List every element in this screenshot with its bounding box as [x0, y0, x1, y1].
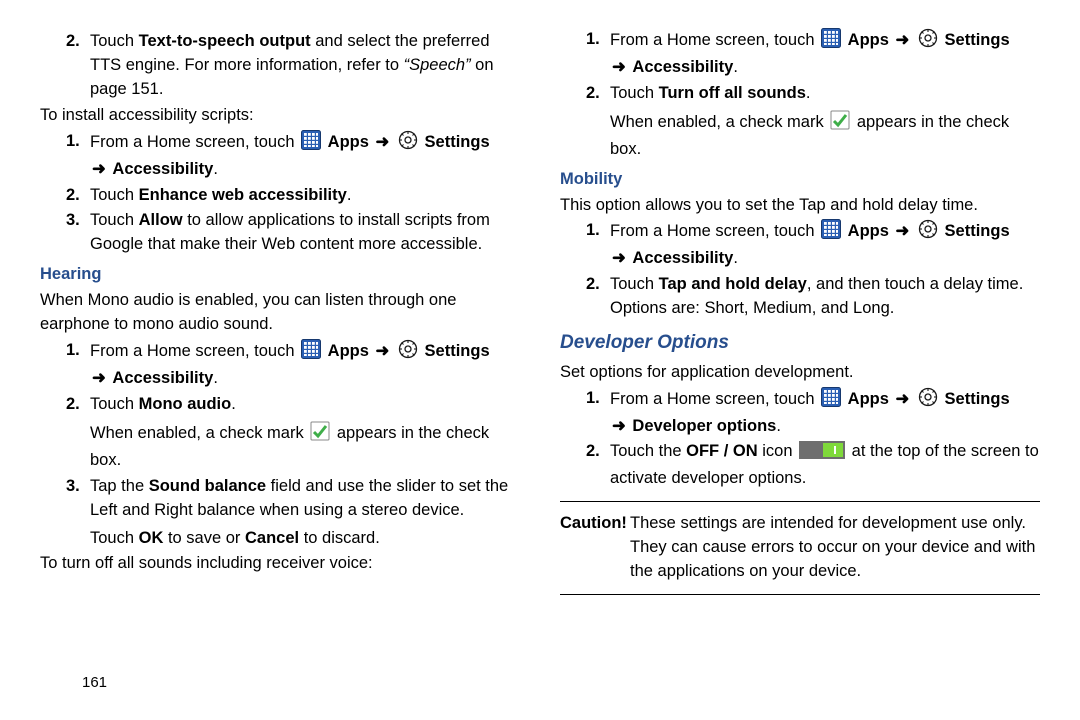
arrow-icon: ➜	[376, 133, 390, 151]
page-columns: 2. Touch Text-to-speech output and selec…	[40, 28, 1040, 668]
mobility-intro: This option allows you to set the Tap an…	[560, 194, 1040, 218]
settings-icon	[918, 387, 938, 415]
dev-step-1: 1. From a Home screen, touch Apps ➜ Sett…	[586, 387, 1040, 439]
arrow-icon: ➜	[612, 249, 626, 267]
mobility-step-2: 2. Touch Tap and hold delay, and then to…	[586, 273, 1040, 321]
install-step-1: 1. From a Home screen, touch Apps ➜ Sett…	[66, 130, 520, 182]
settings-icon	[398, 130, 418, 158]
apps-icon	[821, 219, 841, 247]
arrow-icon: ➜	[376, 342, 390, 360]
arrow-icon: ➜	[896, 390, 910, 408]
apps-icon	[301, 339, 321, 367]
apps-icon	[821, 28, 841, 56]
caution-block: Caution! These settings are intended for…	[560, 512, 1040, 584]
hearing-heading: Hearing	[40, 263, 520, 287]
checkmark-icon	[830, 110, 850, 138]
caution-rule-top	[560, 501, 1040, 502]
on-off-switch-icon	[799, 441, 845, 467]
turnoff-step-1: 1. From a Home screen, touch Apps ➜ Sett…	[586, 28, 1040, 80]
arrow-icon: ➜	[92, 369, 106, 387]
settings-icon	[918, 219, 938, 247]
turnoff-intro: To turn off all sounds including receive…	[40, 552, 520, 576]
turnoff-step-2: 2. Touch Turn off all sounds. When enabl…	[586, 82, 1040, 162]
settings-icon	[918, 28, 938, 56]
mobility-heading: Mobility	[560, 168, 1040, 192]
install-step-3: 3. Touch Allow to allow applications to …	[66, 209, 520, 257]
arrow-icon: ➜	[612, 417, 626, 435]
checkmark-icon	[310, 421, 330, 449]
hearing-step-1: 1. From a Home screen, touch Apps ➜ Sett…	[66, 339, 520, 391]
developer-options-heading: Developer Options	[560, 329, 1040, 357]
apps-icon	[821, 387, 841, 415]
hearing-step-3: 3. Tap the Sound balance field and use t…	[66, 475, 520, 551]
tts-step-2: 2. Touch Text-to-speech output and selec…	[66, 30, 520, 102]
hearing-intro: When Mono audio is enabled, you can list…	[40, 289, 520, 337]
caution-rule-bottom	[560, 594, 1040, 595]
install-step-2: 2. Touch Enhance web accessibility.	[66, 184, 520, 208]
dev-step-2: 2. Touch the OFF / ON icon at the top of…	[586, 440, 1040, 491]
arrow-icon: ➜	[92, 160, 106, 178]
arrow-icon: ➜	[896, 222, 910, 240]
developer-options-intro: Set options for application development.	[560, 361, 1040, 385]
hearing-step-2: 2. Touch Mono audio. When enabled, a che…	[66, 393, 520, 473]
page-number: 161	[82, 672, 1040, 694]
arrow-icon: ➜	[896, 31, 910, 49]
mobility-step-1: 1. From a Home screen, touch Apps ➜ Sett…	[586, 219, 1040, 271]
arrow-icon: ➜	[612, 58, 626, 76]
settings-icon	[398, 339, 418, 367]
apps-icon	[301, 130, 321, 158]
install-scripts-intro: To install accessibility scripts:	[40, 104, 520, 128]
